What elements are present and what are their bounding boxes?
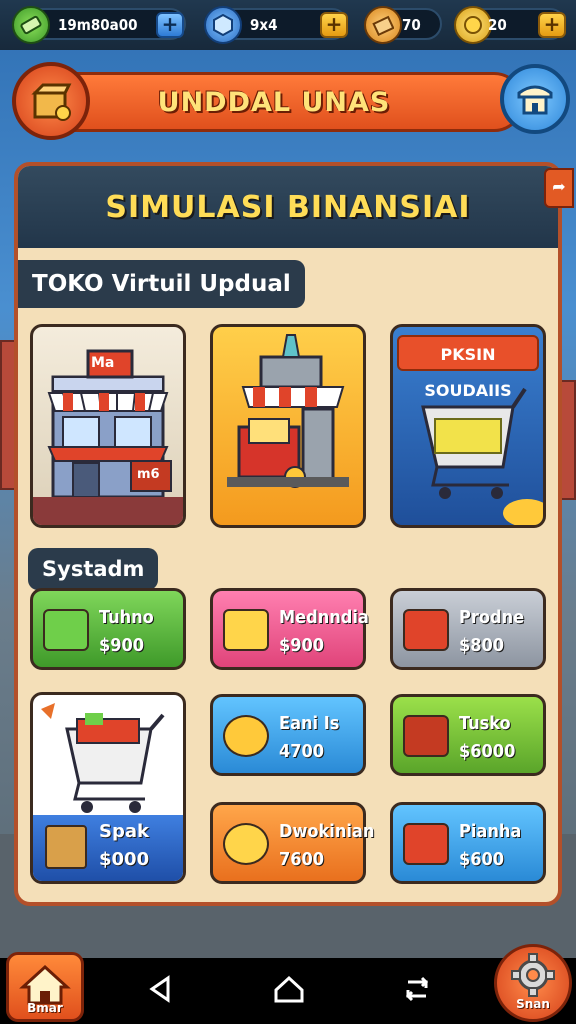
store1-sign-text: Ma: [91, 355, 115, 371]
panel-header: SIMULASI BINANSIAI: [18, 166, 558, 248]
recents-icon[interactable]: [400, 974, 434, 1004]
cash-value: 19m80a00: [58, 16, 138, 34]
gems-counter: 9x4 +: [204, 6, 348, 44]
header-banner: UNDDAL UNAS: [24, 72, 524, 132]
product-price: 4700: [279, 741, 325, 762]
cash-counter: 19m80a00 +: [12, 6, 186, 44]
house-icon: [19, 964, 71, 1005]
stock-box-icon: [364, 6, 402, 44]
product-button[interactable]: Pianha $600: [390, 802, 546, 884]
background-building-right: [560, 380, 576, 500]
stock-value: 70: [402, 16, 421, 34]
product-price: $800: [459, 635, 505, 656]
product-name: Mednndia: [279, 607, 369, 628]
home-button[interactable]: Bmar: [6, 952, 84, 1022]
product-button[interactable]: Dwokinian 7600: [210, 802, 374, 884]
products-section-label: Systadm: [28, 548, 159, 590]
product-price: $6000: [459, 741, 516, 762]
exit-panel-button[interactable]: ➦: [544, 168, 574, 208]
arrow-icon: ➦: [552, 177, 566, 196]
add-coins-button[interactable]: +: [538, 12, 566, 38]
gold-bar-icon: [223, 609, 269, 651]
gem-icon: [204, 6, 242, 44]
add-gems-button[interactable]: +: [320, 12, 348, 38]
header-title: UNDDAL UNAS: [157, 87, 391, 118]
home-label: Bmar: [27, 1001, 63, 1015]
settings-label: Snan: [516, 997, 550, 1011]
product-button[interactable]: Tuhno $900: [30, 588, 186, 670]
resource-bar: 19m80a00 + 9x4 + 70 20 +: [0, 0, 576, 50]
crate-icon: [403, 609, 449, 651]
coin-bag-icon: [223, 715, 269, 757]
coins-value: 20: [488, 16, 507, 34]
stores-section-label: TOKO Virtuil Updual: [18, 260, 305, 308]
coin-icon: [454, 6, 492, 44]
shopping-cart-icon: [421, 387, 543, 525]
back-icon[interactable]: [144, 974, 178, 1004]
product-button[interactable]: Spak $000: [30, 692, 186, 884]
cardboard-box-icon: [45, 825, 87, 869]
product-price: $600: [459, 849, 505, 870]
gems-value: 9x4: [250, 16, 278, 34]
panel-title: SIMULASI BINANSIAI: [105, 190, 471, 225]
coins-counter: 20 +: [454, 6, 566, 44]
product-name: Dwokinian: [279, 821, 375, 842]
product-name: Tusko: [459, 713, 511, 734]
product-button[interactable]: Eani Is 4700: [210, 694, 366, 776]
stock-counter: 70: [364, 6, 442, 44]
gear-icon: [511, 953, 555, 997]
home-store-button[interactable]: [500, 64, 570, 134]
home-nav-icon[interactable]: [272, 974, 306, 1004]
product-button[interactable]: Tusko $6000: [390, 694, 546, 776]
cash-box-icon: [403, 823, 449, 865]
product-name: Prodne: [459, 607, 525, 628]
product-name: Eani Is: [279, 713, 340, 734]
store-icon: [517, 85, 553, 115]
product-name: Spak: [99, 821, 149, 842]
kiosk-icon: [227, 334, 349, 488]
store-card-building[interactable]: Ma m6: [30, 324, 186, 528]
store1-door-sign-text: m6: [137, 467, 160, 482]
cash-stack-icon: [43, 609, 89, 651]
cash-icon: [12, 6, 50, 44]
grocery-cart-icon: [41, 703, 165, 813]
product-button[interactable]: Prodne $800: [390, 588, 546, 670]
product-name: Tuhno: [99, 607, 154, 628]
add-cash-button[interactable]: +: [156, 12, 184, 38]
product-button[interactable]: Mednndia $900: [210, 588, 369, 670]
store-card-supermarket[interactable]: PKSIN SOUDAIIS: [390, 324, 546, 528]
product-price: $900: [99, 635, 145, 656]
shop-box-button[interactable]: [12, 62, 90, 140]
product-price: $000: [99, 849, 150, 870]
cart-card-footer: Spak $000: [33, 815, 183, 881]
store-card-kiosk[interactable]: [210, 324, 366, 528]
product-price: 7600: [279, 849, 325, 870]
shop-stall-icon: [403, 715, 449, 757]
coin-stack-icon: [223, 823, 269, 865]
box-icon: [31, 83, 72, 121]
product-name: Pianha: [459, 821, 522, 842]
settings-button[interactable]: Snan: [494, 944, 572, 1022]
product-price: $900: [279, 635, 325, 656]
